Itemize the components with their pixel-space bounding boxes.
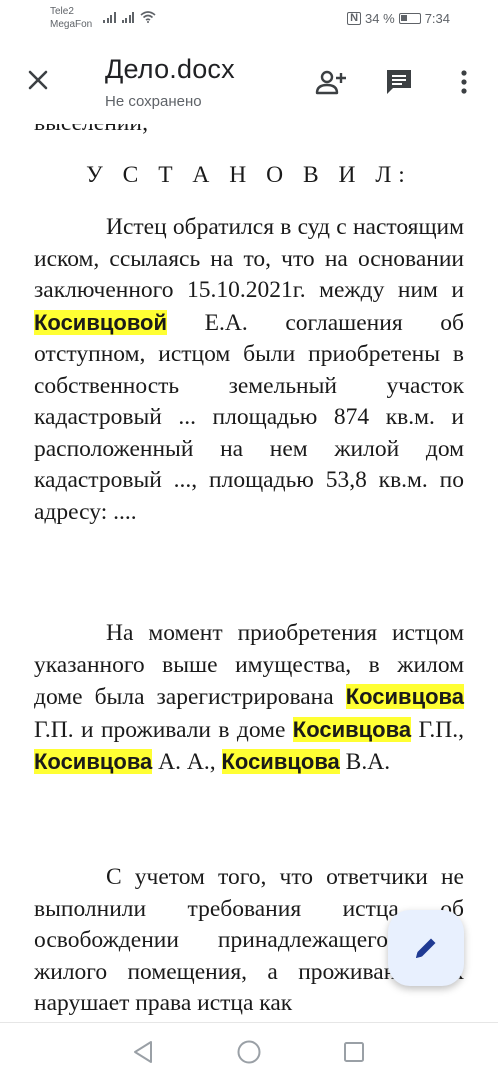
more-vert-icon [461,70,467,94]
signal-indicators [103,11,156,23]
home-icon [237,1040,261,1064]
search-highlight: Косивцова [221,749,340,774]
search-highlight: Косивцова [345,684,464,709]
system-nav-bar [0,1022,498,1080]
recents-icon [344,1042,364,1062]
document-canvas[interactable]: выселении; У С Т А Н О В И Л: Истец обра… [0,124,498,1022]
comment-icon [387,70,411,94]
document-title: Дело.docx [105,54,235,84]
status-bar: Tele2 MegaFon N 34 % 7:34 [0,0,498,40]
partial-line: выселении; [34,124,148,140]
edit-fab-button[interactable] [388,910,464,986]
carrier-1: Tele2 [50,6,74,17]
text-run: Г.П. и проживали в доме [34,716,293,743]
status-right: N 34 % 7:34 [347,11,450,26]
search-highlight: Косивцова [34,749,153,774]
text-run: Г.П., [411,716,464,743]
share-button[interactable] [313,64,349,100]
search-highlight: Косивцова [292,716,412,742]
nfc-icon: N [347,12,362,25]
text-run: А. А., [152,749,222,775]
battery-percent: 34 % [365,11,395,26]
document-heading: У С Т А Н О В И Л: [86,162,412,188]
recents-button[interactable] [339,1037,369,1067]
wifi-icon [140,11,156,23]
text-run: В.А. [339,749,391,775]
carrier-2: MegaFon [50,19,93,30]
signal-1-icon [103,11,116,23]
comments-button[interactable] [381,64,417,100]
back-icon [134,1041,152,1063]
close-icon [28,70,48,90]
app-bar: Дело.docx Не сохранено [0,40,498,124]
edit-pencil-icon [416,938,436,958]
signal-2-icon [121,11,134,23]
home-button[interactable] [234,1037,264,1067]
text-run: Е.А. соглашения об отступном, истцом был… [34,309,464,525]
text-run: Истец обратился в суд с настоящим иском,… [34,214,464,303]
save-status: Не сохранено [105,93,202,110]
carrier-names: Tele2 MegaFon [50,5,92,31]
search-highlight: Косивцовой [34,309,168,335]
paragraph-1[interactable]: Истец обратился в суд с настоящим иском,… [34,212,464,528]
back-button[interactable] [128,1037,158,1067]
more-options-button[interactable] [446,64,482,100]
clock: 7:34 [424,11,450,26]
paragraph-2[interactable]: На момент приобретения истцом указанного… [34,618,464,779]
battery-icon [398,13,421,24]
close-button[interactable] [20,62,56,98]
add-person-icon [315,70,346,95]
